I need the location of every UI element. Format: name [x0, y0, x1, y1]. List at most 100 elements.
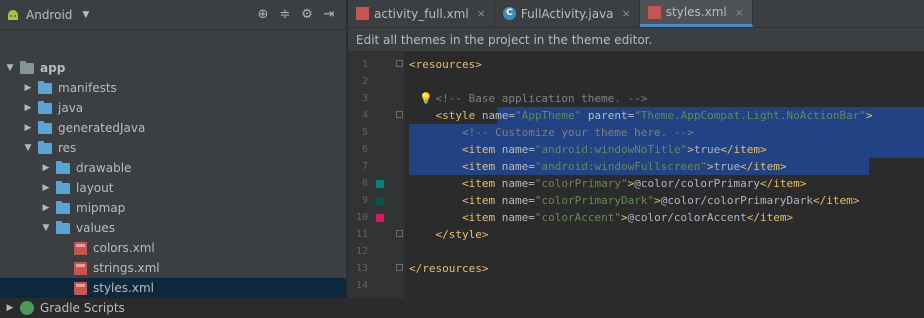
chevron-right-icon[interactable]: ▶ [40, 183, 52, 193]
hide-panel-icon[interactable]: ⇥ [320, 7, 338, 22]
tree-item-gradle-scripts[interactable]: ▶ Gradle Scripts [0, 298, 346, 318]
theme-editor-banner[interactable]: Edit all themes in the project in the th… [348, 28, 924, 52]
code-editor[interactable]: 1 <resources> 2 3 💡 <!-- Base application th… [348, 52, 924, 298]
code-line[interactable]: 7 <item name="android:windowFullscreen">… [348, 158, 924, 175]
tree-item-generatedjava[interactable]: ▶ generatedJava [0, 118, 346, 138]
code-line[interactable]: 12 [348, 243, 924, 260]
color-swatch-icon[interactable] [376, 214, 384, 222]
chevron-down-icon[interactable]: ▼ [22, 143, 34, 153]
xml-file-icon [74, 281, 87, 295]
editor-tab-styles-xml[interactable]: styles.xml × [639, 0, 753, 27]
java-class-icon: C [502, 7, 516, 20]
code-text: <resources> [409, 58, 482, 71]
tree-item-label: Gradle Scripts [40, 301, 125, 315]
line-number: 13 [355, 263, 368, 274]
fold-marker-icon[interactable] [396, 111, 403, 118]
tree-item-java[interactable]: ▶ java [0, 98, 346, 118]
tree-item-label: drawable [76, 161, 132, 175]
code-text: <style name="AppTheme" parent="Theme.App… [435, 109, 873, 122]
chevron-down-icon[interactable]: ▼ [40, 223, 52, 233]
code-line[interactable]: 11 </style> [348, 226, 924, 243]
project-tree: ▼ app ▶ manifests ▶ java ▶ generatedJava ▼ res ▶ dr… [0, 30, 346, 315]
chevron-right-icon[interactable]: ▶ [40, 203, 52, 213]
tab-label: FullActivity.java [520, 6, 614, 21]
tree-item-colors-xml[interactable]: ▶colors.xml [0, 238, 346, 258]
tree-item-label: res [58, 141, 77, 155]
editor-area: activity_full.xml × C FullActivity.java × sty… [348, 0, 924, 298]
editor-tabs: activity_full.xml × C FullActivity.java × sty… [348, 0, 924, 28]
tree-item-label: generatedJava [58, 121, 146, 135]
color-swatch-icon[interactable] [376, 197, 384, 205]
code-text: </resources> [409, 262, 489, 275]
fold-marker-icon[interactable] [396, 264, 403, 271]
tree-item-label: strings.xml [93, 261, 160, 275]
chevron-right-icon[interactable]: ▶ [22, 123, 34, 133]
line-number: 5 [361, 127, 368, 138]
project-panel: Android ▼ ⊕ ≑ ⚙ ⇥ ▼ app ▶ manifests ▶ java ▶ ge… [0, 0, 346, 315]
tree-item-label: colors.xml [93, 241, 155, 255]
xml-file-icon [74, 241, 87, 255]
code-text: <item name="colorPrimaryDark">@color/col… [461, 194, 860, 207]
chevron-right-icon[interactable]: ▶ [22, 103, 34, 113]
tree-item-strings-xml[interactable]: ▶strings.xml [0, 258, 346, 278]
folder-icon [38, 120, 52, 134]
tree-item-label: layout [76, 181, 114, 195]
chevron-right-icon[interactable]: ▶ [40, 163, 52, 173]
tree-item-mipmap[interactable]: ▶ mipmap [0, 198, 346, 218]
folder-icon [56, 220, 70, 234]
code-line[interactable]: 14 [348, 277, 924, 294]
tree-item-manifests[interactable]: ▶ manifests [0, 78, 346, 98]
tree-item-drawable[interactable]: ▶ drawable [0, 158, 346, 178]
gradle-icon [20, 301, 34, 315]
editor-tab-fullactivity-java[interactable]: C FullActivity.java × [495, 0, 640, 27]
line-number: 6 [361, 144, 368, 155]
chevron-down-icon[interactable]: ▼ [4, 63, 16, 73]
locate-icon[interactable]: ⊕ [254, 7, 272, 22]
tab-label: activity_full.xml [374, 6, 469, 21]
color-swatch-icon[interactable] [376, 180, 384, 188]
line-number: 8 [361, 178, 368, 189]
xml-file-icon [647, 5, 661, 19]
chevron-right-icon[interactable]: ▶ [22, 83, 34, 93]
line-number: 1 [361, 59, 368, 70]
editor-tab-activity-full-xml[interactable]: activity_full.xml × [348, 0, 495, 27]
code-text: <!-- Base application theme. --> [409, 92, 648, 105]
tree-item-app[interactable]: ▼ app [0, 58, 346, 78]
gear-icon[interactable]: ⚙ [298, 7, 316, 22]
code-text: <item name="android:windowFullscreen">tr… [461, 160, 787, 173]
line-number: 3 [361, 93, 368, 104]
code-text: <item name="colorPrimary">@color/colorPr… [461, 177, 807, 190]
code-line[interactable]: 8 <item name="colorPrimary">@color/color… [348, 175, 924, 192]
code-line[interactable]: 1 <resources> [348, 56, 924, 73]
code-line[interactable]: 9 <item name="colorPrimaryDark">@color/c… [348, 192, 924, 209]
chevron-right-icon[interactable]: ▶ [4, 303, 16, 313]
tree-item-res[interactable]: ▼ res [0, 138, 346, 158]
code-line[interactable]: 10 <item name="colorAccent">@color/color… [348, 209, 924, 226]
code-line[interactable]: 3 💡 <!-- Base application theme. --> [348, 90, 924, 107]
line-number: 7 [361, 161, 368, 172]
fold-marker-icon[interactable] [396, 230, 403, 237]
xml-file-icon [74, 261, 87, 275]
tree-item-label: styles.xml [93, 281, 154, 295]
code-line[interactable]: 6 <item name="android:windowNoTitle">tru… [348, 141, 924, 158]
code-text: <item name="colorAccent">@color/colorAcc… [461, 211, 794, 224]
close-icon[interactable]: × [477, 7, 486, 20]
code-line[interactable]: 5 <!-- Customize your theme here. --> [348, 124, 924, 141]
tree-item-styles-xml[interactable]: ▶styles.xml [0, 278, 346, 298]
chevron-down-icon[interactable]: ▼ [82, 10, 89, 20]
code-text: <item name="android:windowNoTitle">true<… [461, 143, 767, 156]
code-line[interactable]: 2 [348, 73, 924, 90]
close-icon[interactable]: × [622, 7, 631, 20]
tree-item-label: values [76, 221, 116, 235]
line-number: 9 [361, 195, 368, 206]
close-icon[interactable]: × [735, 6, 744, 19]
tree-item-layout[interactable]: ▶ layout [0, 178, 346, 198]
folder-icon [56, 160, 70, 174]
code-line[interactable]: 4 <style name="AppTheme" parent="Theme.A… [348, 107, 924, 124]
folder-icon [38, 80, 52, 94]
code-line[interactable]: 13 </resources> [348, 260, 924, 277]
project-view-selector[interactable]: Android [26, 8, 72, 22]
tree-item-values[interactable]: ▼ values [0, 218, 346, 238]
collapse-all-icon[interactable]: ≑ [276, 7, 294, 22]
fold-marker-icon[interactable] [396, 60, 403, 67]
